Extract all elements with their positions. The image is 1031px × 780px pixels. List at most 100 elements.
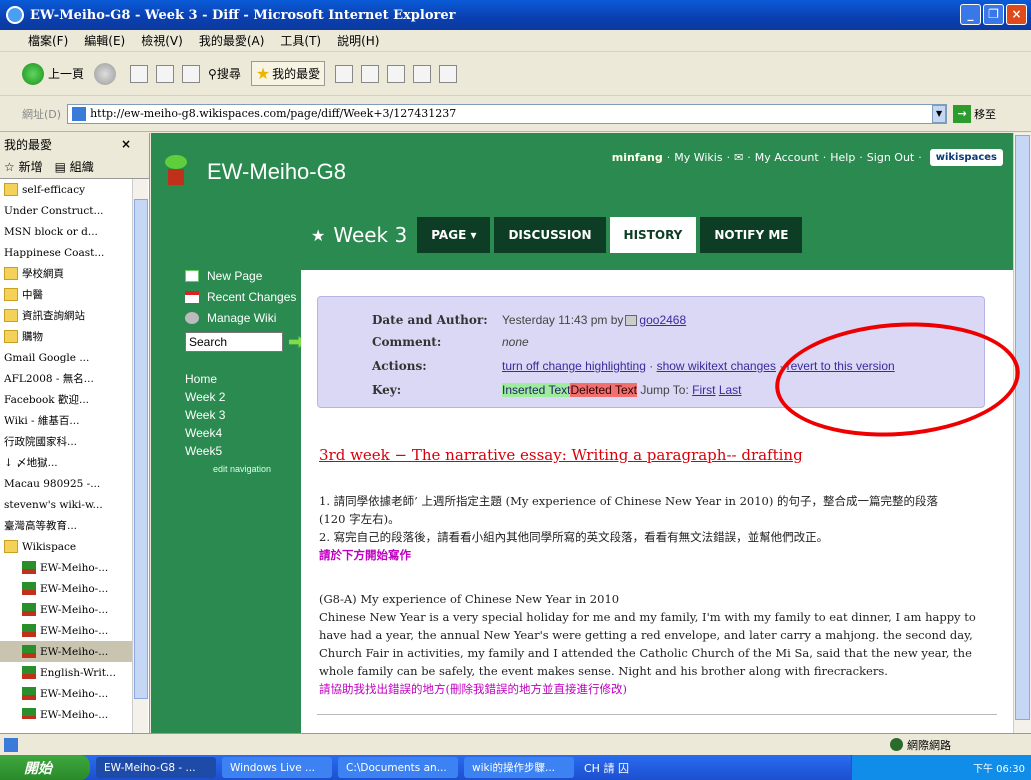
window-titlebar[interactable]: EW-Meiho-G8 - Week 3 - Diff - Microsoft … <box>0 0 1031 30</box>
favorite-item[interactable]: Wikispace <box>0 536 132 557</box>
start-button[interactable]: 開始 <box>0 755 90 780</box>
minimize-button[interactable]: _ <box>960 4 981 25</box>
taskbar-item-word[interactable]: wiki的操作步驟... <box>464 757 574 778</box>
menu-tools[interactable]: 工具(T) <box>280 32 321 49</box>
menu-edit[interactable]: 編輯(E) <box>84 32 125 49</box>
favorites-close-button[interactable]: × <box>121 137 131 151</box>
favorite-item[interactable]: EW-Meiho-... <box>0 599 132 620</box>
wikispaces-logo[interactable]: wikispaces <box>929 149 1003 166</box>
add-favorite-button[interactable]: ☆ 新增 <box>4 158 43 175</box>
favorite-item[interactable]: EW-Meiho-... <box>0 578 132 599</box>
favorite-item[interactable]: stevenw's wiki-w... <box>0 494 132 515</box>
favorite-item[interactable]: Facebook 歡迎... <box>0 389 132 410</box>
menu-favorites[interactable]: 我的最愛(A) <box>199 32 265 49</box>
favorite-item[interactable]: MSN block or d... <box>0 221 132 242</box>
manage-wiki-link[interactable]: Manage Wiki <box>185 307 315 328</box>
menu-file[interactable]: 檔案(F) <box>28 32 68 49</box>
my-account-link[interactable]: My Account <box>755 151 819 164</box>
favorite-item[interactable]: ↓ 〆地獄... <box>0 452 132 473</box>
page-scrollbar[interactable] <box>1013 133 1031 733</box>
search-button[interactable]: ⚲ 搜尋 <box>208 65 241 82</box>
nav-link-week5[interactable]: Week5 <box>185 442 315 460</box>
nav-link-home[interactable]: Home <box>185 370 315 388</box>
nav-link-week3[interactable]: Week 3 <box>185 406 315 424</box>
favorite-item[interactable]: 資訊查詢網站 <box>0 305 132 326</box>
username[interactable]: minfang <box>612 151 663 164</box>
address-bar: 網址(D) http://ew-meiho-g8.wikispaces.com/… <box>0 96 1031 132</box>
close-button[interactable]: × <box>1006 4 1027 25</box>
edit-icon[interactable] <box>413 64 432 83</box>
taskbar-item-windows-live[interactable]: Windows Live ... <box>222 757 332 778</box>
my-wikis-link[interactable]: My Wikis <box>674 151 722 164</box>
favorite-item[interactable]: EW-Meiho-... <box>0 620 132 641</box>
favorite-item[interactable]: 購物 <box>0 326 132 347</box>
go-button[interactable]: → 移至 <box>953 104 996 123</box>
stop-icon[interactable] <box>130 64 149 83</box>
url-input[interactable]: http://ew-meiho-g8.wikispaces.com/page/d… <box>67 103 948 124</box>
tab-notify-me[interactable]: NOTIFY ME <box>700 217 803 253</box>
search-icon: ⚲ <box>208 66 217 81</box>
url-dropdown-button[interactable]: ▼ <box>932 104 947 123</box>
new-page-link[interactable]: New Page <box>185 265 315 286</box>
mail-icon[interactable]: ✉ <box>734 151 743 164</box>
favorite-item[interactable]: Macau 980925 -... <box>0 473 132 494</box>
tab-history[interactable]: HISTORY <box>609 217 697 253</box>
favorites-button[interactable]: ★ 我的最愛 <box>250 61 326 86</box>
history-icon[interactable] <box>335 64 354 83</box>
star-icon[interactable]: ★ <box>311 226 325 245</box>
nav-link-week4[interactable]: Week4 <box>185 424 315 442</box>
author-link[interactable]: goo2468 <box>639 313 686 327</box>
favorite-item[interactable]: 臺灣高等教育... <box>0 515 132 536</box>
wiki-search-input[interactable]: Search <box>185 332 283 352</box>
menu-help[interactable]: 說明(H) <box>337 32 379 49</box>
favorite-item[interactable]: 學校網頁 <box>0 263 132 284</box>
favorites-scrollbar-thumb[interactable] <box>134 199 148 699</box>
favorite-item[interactable]: Happinese Coast... <box>0 242 132 263</box>
site-title[interactable]: EW-Meiho-G8 <box>207 159 346 185</box>
tab-discussion[interactable]: DISCUSSION <box>494 217 606 253</box>
maximize-button[interactable]: ❐ <box>983 4 1004 25</box>
folder-icon[interactable] <box>439 64 458 83</box>
page-name: ★ Week 3 <box>311 223 408 247</box>
taskbar-item-ie[interactable]: EW-Meiho-G8 - ... <box>96 757 216 778</box>
favorite-item[interactable]: AFL2008 - 無名... <box>0 368 132 389</box>
forward-button[interactable] <box>94 62 120 85</box>
favorite-item[interactable]: Gmail Google ... <box>0 347 132 368</box>
favorite-item[interactable]: 行政院國家科... <box>0 431 132 452</box>
print-icon[interactable] <box>387 64 406 83</box>
help-link[interactable]: Help <box>830 151 855 164</box>
gear-icon <box>185 311 199 324</box>
favorites-scrollbar[interactable] <box>132 179 148 733</box>
show-wikitext-changes-link[interactable]: show wikitext changes <box>657 359 776 373</box>
plant-icon <box>22 687 36 700</box>
turn-off-highlighting-link[interactable]: turn off change highlighting <box>502 359 646 373</box>
language-bar[interactable]: CH 請 囚 <box>584 760 629 776</box>
folder-icon <box>4 309 18 322</box>
favorite-item[interactable]: EW-Meiho-... <box>0 704 132 719</box>
edit-navigation-link[interactable]: edit navigation <box>213 460 315 478</box>
favorite-item[interactable]: EW-Meiho-... <box>0 683 132 704</box>
taskbar-item-documents[interactable]: C:\Documents an... <box>338 757 458 778</box>
sign-out-link[interactable]: Sign Out <box>867 151 914 164</box>
favorite-item[interactable]: EW-Meiho-... <box>0 557 132 578</box>
favorite-item[interactable]: self-efficacy <box>0 179 132 200</box>
jump-first-link[interactable]: First <box>692 383 715 397</box>
recent-changes-link[interactable]: Recent Changes <box>185 286 315 307</box>
favorite-item[interactable]: Under Construct... <box>0 200 132 221</box>
favorite-item[interactable]: EW-Meiho-... <box>0 641 132 662</box>
nav-link-week2[interactable]: Week 2 <box>185 388 315 406</box>
page-scrollbar-thumb[interactable] <box>1015 135 1030 720</box>
favorite-item[interactable]: 中醫 <box>0 284 132 305</box>
back-button[interactable]: 上一頁 <box>22 62 84 85</box>
mail-icon[interactable] <box>361 64 380 83</box>
favorite-item[interactable]: Wiki - 維基百... <box>0 410 132 431</box>
clock[interactable]: 下午 06:30 <box>973 760 1025 775</box>
home-icon[interactable] <box>182 64 201 83</box>
tab-page[interactable]: PAGE ▾ <box>417 217 491 253</box>
organize-favorites-button[interactable]: ▤ 組織 <box>55 158 94 175</box>
wiki-user-bar: minfang · My Wikis · ✉ · My Account · He… <box>612 149 1003 166</box>
menu-view[interactable]: 檢視(V) <box>141 32 183 49</box>
favorite-item[interactable]: English-Writ... <box>0 662 132 683</box>
refresh-icon[interactable] <box>156 64 175 83</box>
jump-last-link[interactable]: Last <box>719 383 742 397</box>
